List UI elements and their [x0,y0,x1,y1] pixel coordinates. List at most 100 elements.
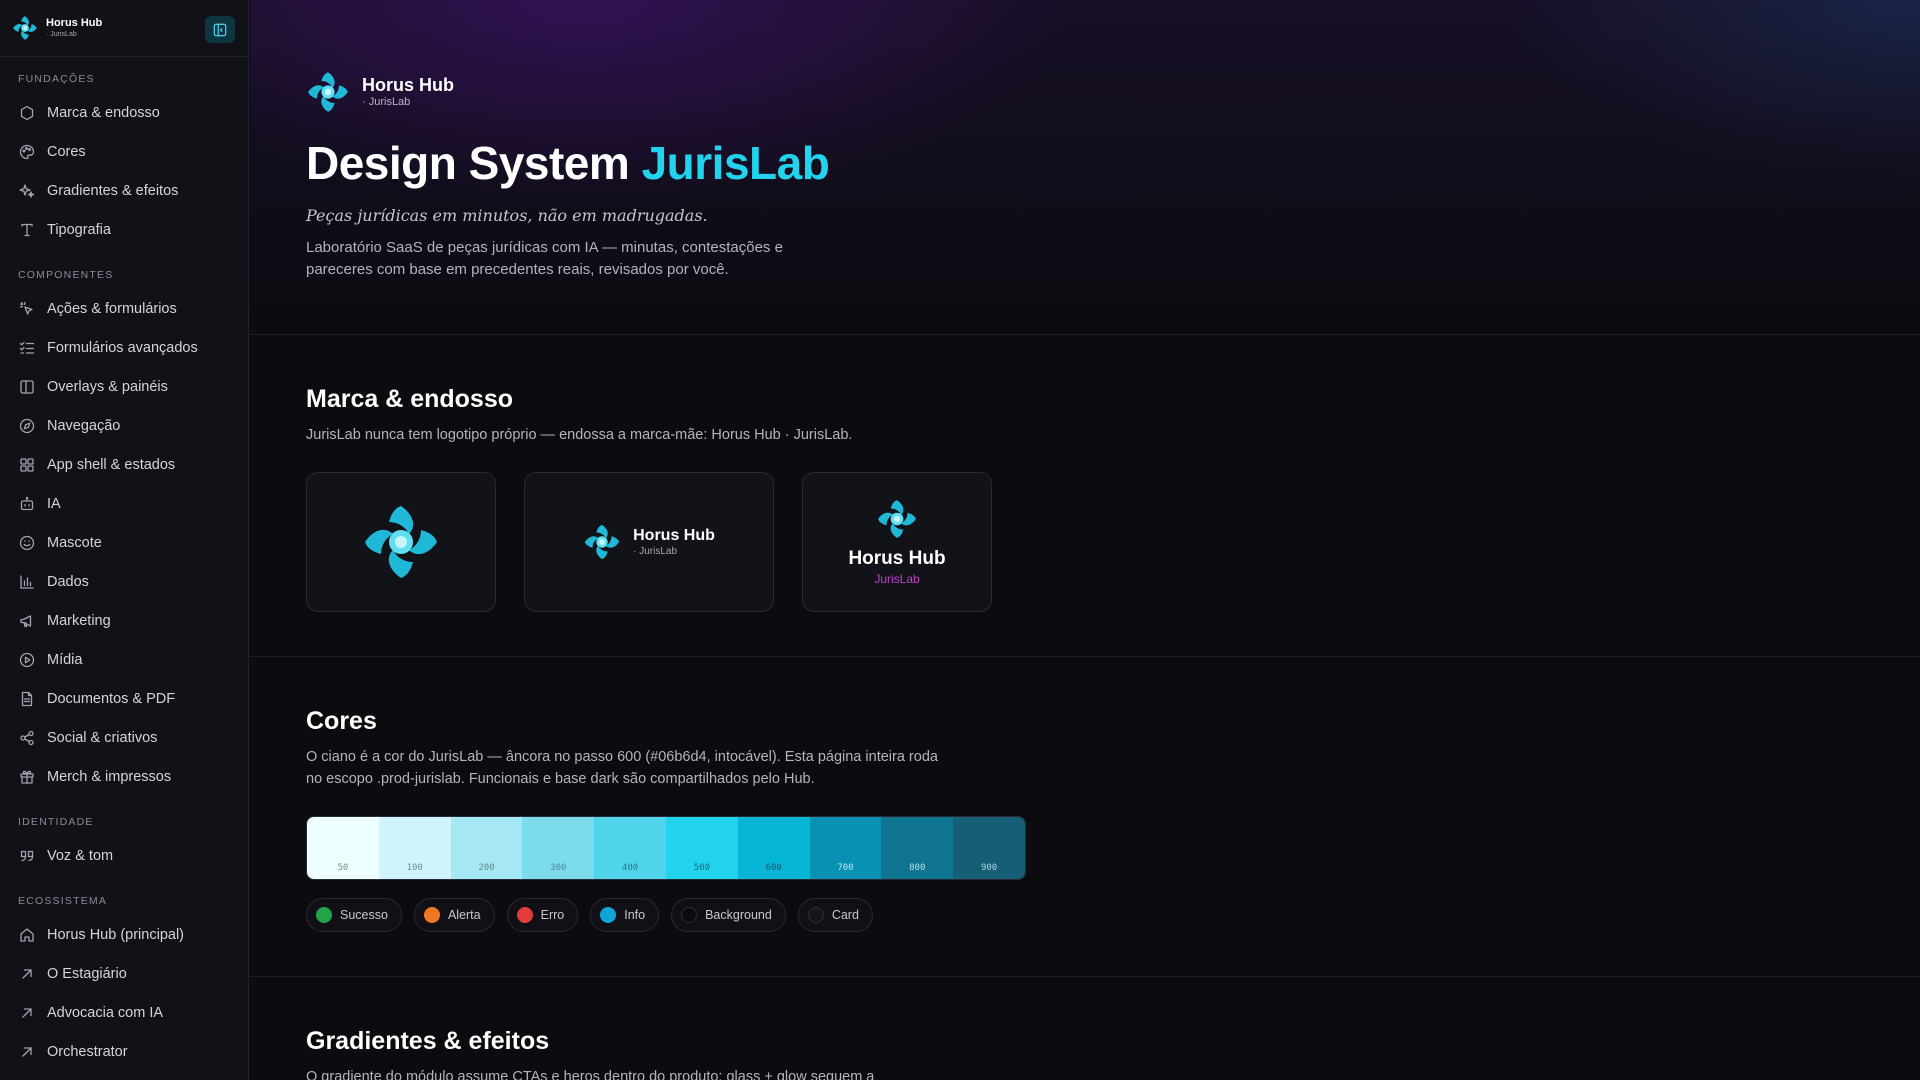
sidebar-item-overlays-paineis[interactable]: Overlays & painéis [0,367,248,406]
color-chip-background[interactable]: Background [671,898,786,932]
palette-swatch-500[interactable]: 500 [665,817,738,879]
sidebar-item-label: Formulários avançados [47,339,198,356]
palette-step-label: 400 [621,863,639,873]
color-dot [316,907,332,923]
color-chip-info[interactable]: Info [590,898,660,932]
color-chip-label: Sucesso [340,908,388,922]
panel-left-icon [213,23,227,36]
type-icon [21,223,33,236]
hero: Horus Hub · JurisLab Design System Juris… [250,0,1920,335]
color-dot [681,907,698,923]
palette-swatch-300[interactable]: 300 [522,817,595,879]
sidebar-item-gradientes-efeitos[interactable]: Gradientes & efeitos [0,171,248,210]
sidebar-item-documentos-pdf[interactable]: Documentos & PDF [0,679,248,718]
sidebar-item-cores[interactable]: Cores [0,132,248,171]
sidebar-item-acoes-formularios[interactable]: Ações & formulários [0,289,248,328]
palette-step-label: 500 [693,863,711,873]
sidebar-item-merch-impressos[interactable]: Merch & impressos [0,757,248,796]
sidebar-item-label: Ações & formulários [47,300,177,317]
brand-section-title: Marca & endosso [306,385,514,413]
home-icon [20,927,34,942]
sidebar-item-label: Marketing [47,612,111,629]
sidebar-item-label: Advocacia com IA [47,1004,164,1021]
sidebar-group-label: IDENTIDADE [18,816,94,828]
gradients-section-title: Gradientes & efeitos [306,1027,550,1055]
arrow-up-right-icon [22,1046,32,1057]
colors-section-description: O ciano é a cor do JurisLab — âncora no … [306,749,938,787]
sidebar-item-app-shell-estados[interactable]: App shell & estados [0,445,248,484]
sidebar-item-label: IA [47,495,61,512]
sidebar-item-ia[interactable]: IA [0,484,248,523]
color-chip-card[interactable]: Card [797,898,873,932]
brand-card-symbol [306,472,496,612]
hero-tagline: Peças jurídicas em minutos, não em madru… [306,206,708,225]
sparkles-icon [19,183,35,198]
palette-step-label: 100 [406,863,423,873]
palette-step-label: 900 [980,863,998,873]
sidebar-item-formularios-avancados[interactable]: Formulários avançados [0,328,248,367]
sidebar-item-label: Marca & endosso [47,104,160,121]
palette-step-label: 700 [837,863,854,873]
sidebar-item-tipografia[interactable]: Tipografia [0,210,248,249]
sidebar-item-dados[interactable]: Dados [0,562,248,601]
sidebar-item-label: Voz & tom [47,847,114,864]
palette-swatch-400[interactable]: 400 [594,817,666,879]
sidebar-item-label: Dados [47,573,89,590]
sidebar-item-advocacia-com-ia[interactable]: Advocacia com IA [0,993,248,1032]
sidebar-group-label: ECOSSISTEMA [18,895,108,907]
sidebar-item-navegacao[interactable]: Navegação [0,406,248,445]
color-dot [600,907,617,923]
color-chip-alerta[interactable]: Alerta [413,898,495,932]
sidebar-item-marca-endosso[interactable]: Marca & endosso [0,93,248,132]
brand-card-sub: · JurisLab [633,545,678,557]
arrow-up-right-icon [22,1007,32,1018]
palette-step-label: 50 [337,863,349,873]
bar-chart-icon [20,574,34,589]
sidebar-item-o-estagiario[interactable]: O Estagiário [0,954,248,993]
sidebar-item-orchestrator[interactable]: Orchestrator [0,1032,248,1071]
sidebar-item-horus-office[interactable]: Horus Office [0,1071,248,1080]
hero-brand-name: Horus Hub [362,75,454,95]
sidebar-collapse-button[interactable] [205,16,235,43]
page-title-main: Design System [306,137,642,189]
palette-swatch-600[interactable]: 600 [737,817,810,879]
panel-icon [20,379,34,394]
quote-icon [20,850,34,861]
color-dot [516,907,533,923]
smile-icon [19,535,35,550]
palette-swatch-900[interactable]: 900 [953,817,1025,879]
palette-swatch-700[interactable]: 700 [809,817,882,879]
color-chip-erro[interactable]: Erro [506,898,579,932]
compass-icon [19,418,35,433]
palette-step-label: 200 [478,863,495,873]
palette-swatch-200[interactable]: 200 [450,817,523,879]
brand-card-name: Horus Hub [848,548,946,569]
sidebar-header: Horus Hub · JurisLab [0,0,248,57]
share-icon [20,730,34,745]
sidebar-item-social-criativos[interactable]: Social & criativos [0,718,248,757]
color-chip-sucesso[interactable]: Sucesso [306,898,402,932]
hero-brand: Horus Hub · JurisLab [306,70,1864,114]
page-title-accent: JurisLab [641,137,830,189]
color-chip-label: Background [705,908,772,922]
hero-description: Laboratório SaaS de peças jurídicas com … [306,239,783,278]
pointer-icon [19,301,33,315]
sidebar-item-label: Social & criativos [47,729,158,746]
sidebar-item-label: Tipografia [47,221,111,238]
sidebar-brand[interactable]: Horus Hub · JurisLab [12,15,102,41]
palette-swatch-100[interactable]: 100 [378,817,451,879]
page-title: Design System JurisLab [306,136,1864,190]
sidebar-item-voz-tom[interactable]: Voz & tom [0,836,248,875]
sidebar-item-horus-hub-principal[interactable]: Horus Hub (principal) [0,915,248,954]
sidebar-item-marketing[interactable]: Marketing [0,601,248,640]
arrow-up-right-icon [22,968,32,979]
sidebar-item-label: Cores [47,143,86,160]
palette-swatch-50[interactable]: 50 [307,817,379,879]
brand-card-sub: JurisLab [874,572,920,586]
sidebar-item-midia[interactable]: Mídia [0,640,248,679]
sidebar-item-label: Navegação [47,417,121,434]
sidebar-item-mascote[interactable]: Mascote [0,523,248,562]
color-dot [423,907,440,923]
palette-swatch-800[interactable]: 800 [881,817,954,879]
